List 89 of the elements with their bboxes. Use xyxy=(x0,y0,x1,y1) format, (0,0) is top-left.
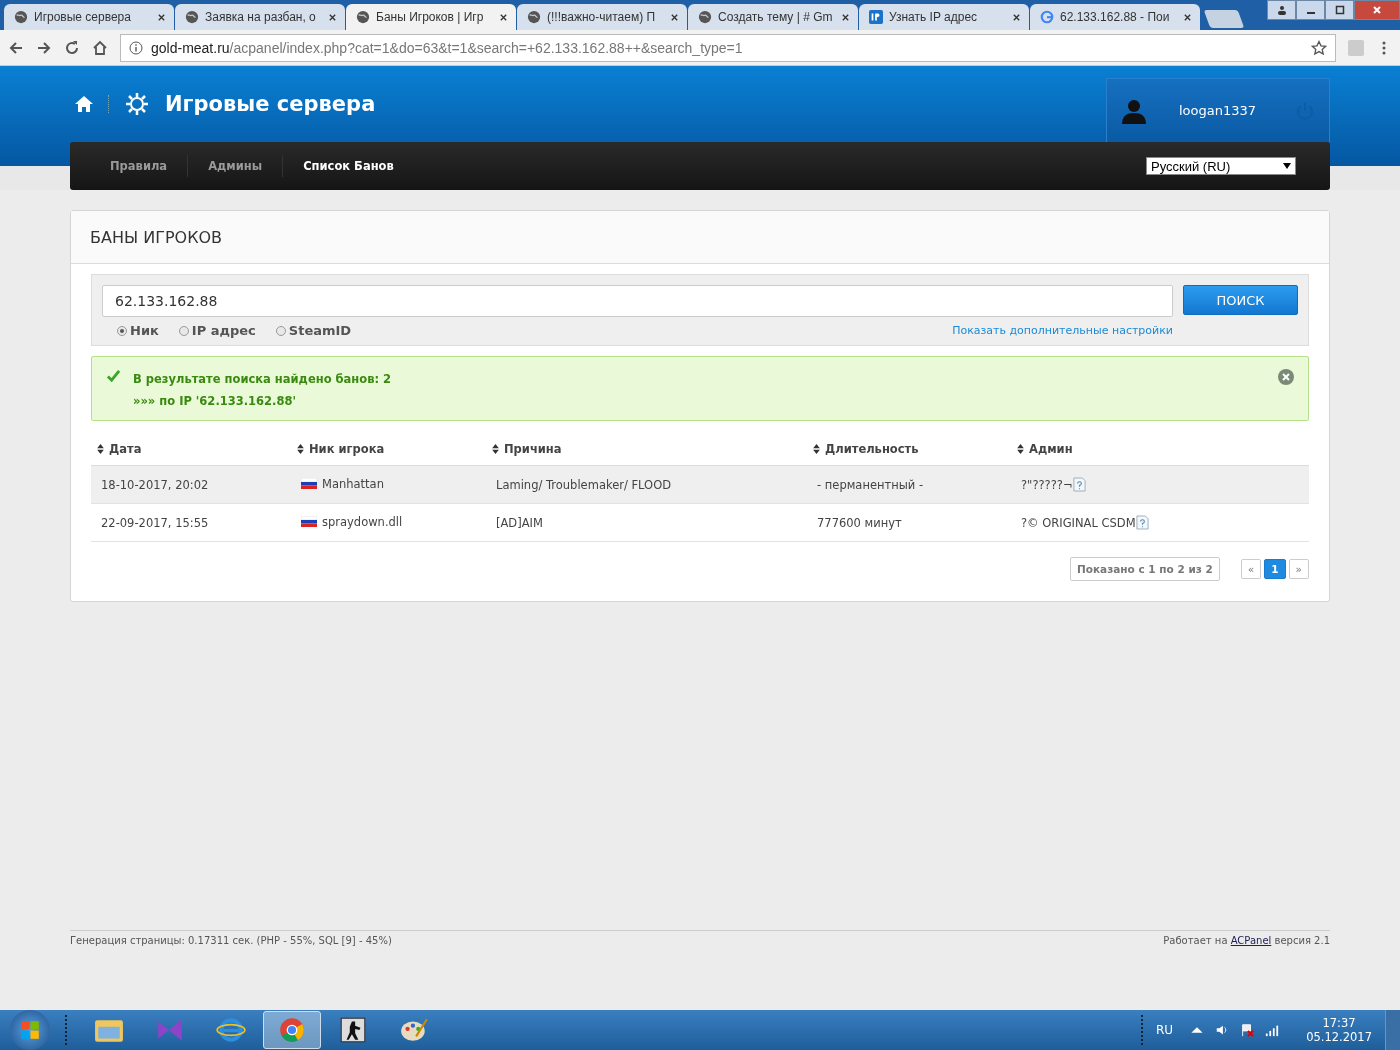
soldier-icon xyxy=(338,1017,368,1043)
column-header[interactable]: Дата xyxy=(97,441,142,456)
close-icon[interactable] xyxy=(157,12,166,22)
search-type-radio[interactable]: Ник xyxy=(117,323,159,338)
browser-tab[interactable]: (!!!важно-читаем) П xyxy=(517,4,687,30)
home-icon[interactable] xyxy=(74,94,94,114)
search-type-radio[interactable]: IP адрес xyxy=(178,323,256,338)
forward-icon[interactable] xyxy=(36,39,52,56)
globe-icon xyxy=(185,10,199,24)
close-icon[interactable] xyxy=(1012,12,1021,22)
nav-link[interactable]: Правила xyxy=(110,159,168,173)
sort-icon xyxy=(297,443,304,454)
user-silhouette-icon xyxy=(1121,97,1147,124)
maximize-icon[interactable] xyxy=(1325,0,1354,20)
check-icon xyxy=(106,369,121,384)
acpanel-link[interactable]: ACPanel xyxy=(1230,935,1272,946)
signal-icon[interactable] xyxy=(1265,1023,1280,1037)
search-button[interactable]: ПОИСК xyxy=(1183,285,1298,315)
nav-link[interactable]: Список Банов xyxy=(303,159,394,173)
sort-icon xyxy=(492,443,499,454)
globe-icon xyxy=(356,10,370,24)
reload-icon[interactable] xyxy=(64,39,80,56)
alert-text: »»» по IP '62.133.162.88' xyxy=(133,394,298,408)
next-page-button[interactable]: » xyxy=(1288,559,1309,579)
column-header[interactable]: Ник игрока xyxy=(297,441,385,456)
start-button[interactable] xyxy=(10,1010,50,1050)
previous-page-button[interactable]: « xyxy=(1240,559,1262,579)
folder-icon xyxy=(94,1017,124,1043)
browser-tab[interactable]: Узнать IP адрес xyxy=(859,4,1029,30)
ip-icon xyxy=(869,10,883,24)
browser-tab[interactable]: 62.133.162.88 - Пои xyxy=(1030,4,1200,30)
palette-icon xyxy=(399,1017,429,1043)
gear-icon xyxy=(125,92,149,116)
table-cell-text: ?"?????¬ xyxy=(1020,477,1073,492)
dropdown-arrow-icon xyxy=(1283,163,1291,169)
sort-icon xyxy=(1017,443,1024,454)
table-cell-text: - перманентный - xyxy=(816,477,924,492)
close-icon[interactable] xyxy=(841,12,850,22)
close-icon[interactable] xyxy=(328,12,337,22)
panel-title: БАНЫ ИГРОКОВ xyxy=(90,227,223,247)
player-name[interactable]: Manhattan xyxy=(297,476,384,491)
table-cell-text: ?© ORIGINAL CSDM xyxy=(1020,515,1136,530)
back-icon[interactable] xyxy=(8,39,24,56)
keyboard-language[interactable]: RU xyxy=(1156,1023,1174,1037)
info-icon xyxy=(129,40,143,55)
nav-link[interactable]: Админы xyxy=(208,159,263,173)
globe-icon xyxy=(698,10,712,24)
browser-e-icon xyxy=(216,1017,246,1043)
user-name[interactable]: loogan1337 xyxy=(1179,103,1295,118)
table-cell-text: 777600 минут xyxy=(816,515,902,530)
infinity-icon xyxy=(155,1017,185,1043)
user-icon[interactable] xyxy=(1267,0,1296,20)
globe-icon xyxy=(14,10,28,24)
table-cell-text: 18-10-2017, 20:02 xyxy=(100,477,209,492)
column-header[interactable]: Причина xyxy=(492,441,562,456)
browser-tab[interactable]: Заявка на разбан, о xyxy=(175,4,345,30)
player-name[interactable]: spraydown.dll xyxy=(297,514,403,529)
browser-tab[interactable]: Баны Игроков | Игр xyxy=(346,4,516,30)
address-field[interactable]: gold-meat.ru/acpanel/index.php?cat=1&do=63&t=1&search=+62.133.162.88++&search_type=1 xyxy=(120,33,1336,62)
flag-icon xyxy=(301,516,317,528)
powered-by-text: Работает на ACPanel версия 2.1 xyxy=(1163,935,1330,946)
flag-icon xyxy=(301,478,317,490)
home-icon[interactable] xyxy=(92,39,108,56)
pagination-summary: Показано с 1 по 2 из 2 xyxy=(1069,557,1220,581)
browser-tab[interactable]: Игровые сервера xyxy=(4,4,174,30)
column-header[interactable]: Длительность xyxy=(813,441,919,456)
close-icon[interactable] xyxy=(670,12,679,22)
flag-icon[interactable] xyxy=(1240,1023,1255,1037)
table-cell-text: [AD]AIM xyxy=(495,515,543,530)
star-icon[interactable] xyxy=(1311,39,1327,56)
sort-icon xyxy=(813,443,820,454)
browser-tab[interactable]: Создать тему | # Gm xyxy=(688,4,858,30)
column-header[interactable]: Админ xyxy=(1017,441,1073,456)
table-cell-text: Laming/ Troublemaker/ FLOOD xyxy=(495,477,672,492)
language-select[interactable]: Русский (RU) xyxy=(1146,157,1296,175)
sort-icon xyxy=(97,443,104,454)
generation-time-text: Генерация страницы: 0.17311 сек. (PHP - 55%, SQL [9] - 45%) xyxy=(70,935,392,946)
alert-text: В результате поиска найдено банов: 2 xyxy=(133,372,393,386)
globe-icon xyxy=(527,10,541,24)
minimize-icon[interactable] xyxy=(1296,0,1325,20)
close-icon[interactable] xyxy=(499,12,508,22)
table-cell-text: 22-09-2017, 15:55 xyxy=(100,515,209,530)
clock[interactable]: 17:37 05.12.2017 xyxy=(1306,1016,1372,1044)
close-icon[interactable] xyxy=(1183,12,1192,22)
search-field[interactable]: 62.133.162.88 xyxy=(102,285,1173,317)
page-button[interactable]: 1 xyxy=(1264,559,1286,579)
search-type-radio[interactable]: SteamID xyxy=(275,323,352,338)
site-title: Игровые сервера xyxy=(165,92,376,116)
new-tab-button[interactable] xyxy=(1203,10,1245,28)
